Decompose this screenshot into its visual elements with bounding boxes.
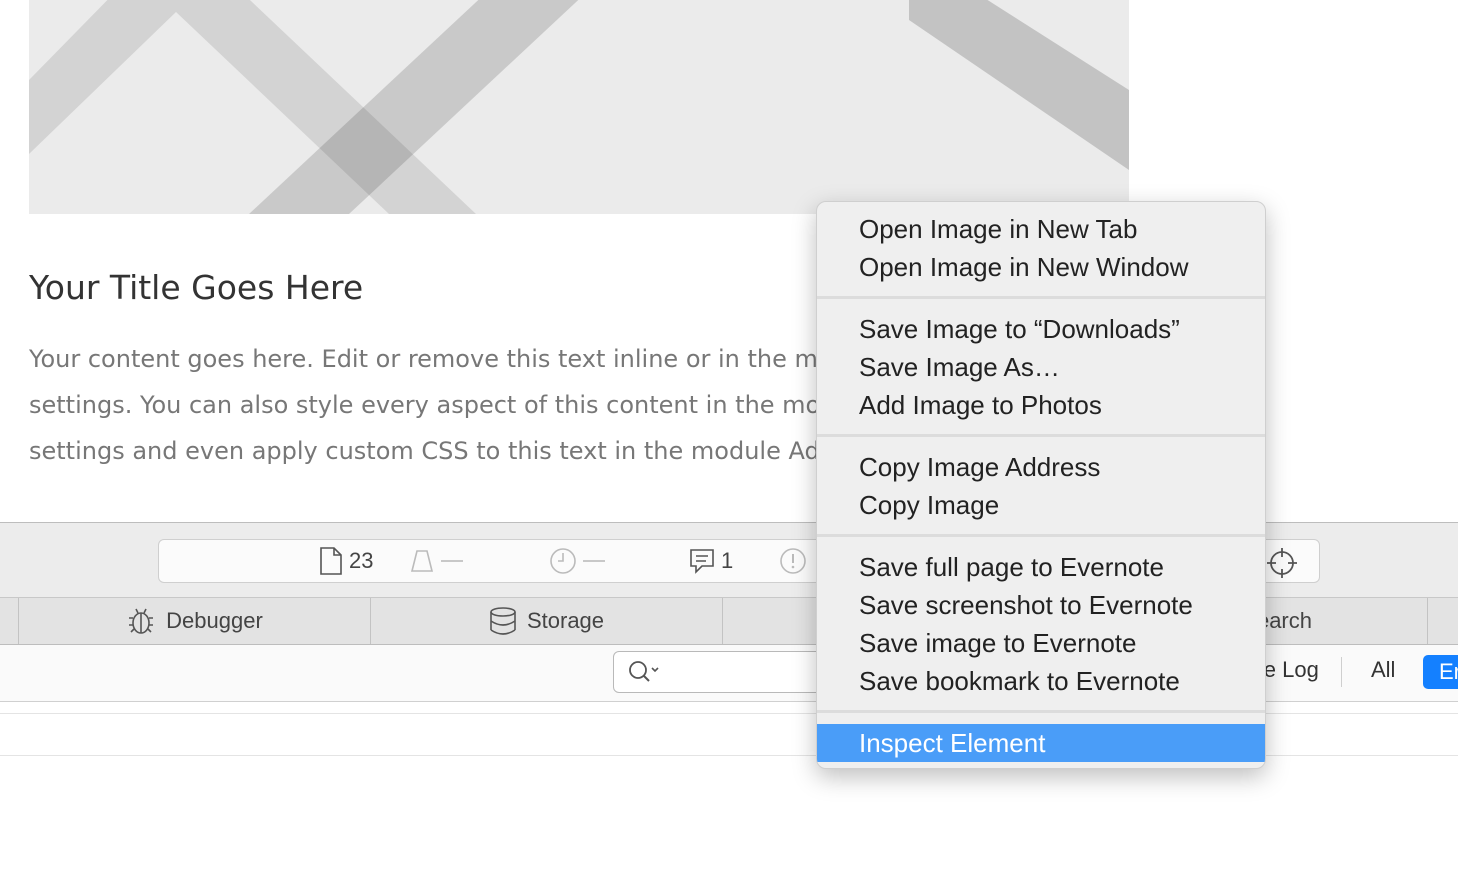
tab-storage[interactable]: Storage (370, 598, 722, 644)
menu-item-evernote-bookmark[interactable]: Save bookmark to Evernote (817, 662, 1265, 700)
load-time[interactable] (549, 540, 605, 582)
resource-size[interactable] (409, 540, 463, 582)
page-title: Your Title Goes Here (29, 268, 364, 307)
menu-item-save-image-as[interactable]: Save Image As… (817, 348, 1265, 386)
tab-debugger[interactable]: Debugger (18, 598, 370, 644)
menu-item-copy-image[interactable]: Copy Image (817, 486, 1265, 524)
crosshair-icon (1267, 548, 1297, 578)
menu-separator (817, 534, 1265, 537)
content-line: Your content goes here. Edit or remove t… (29, 345, 819, 373)
menu-separator (817, 710, 1265, 713)
placeholder-image[interactable] (29, 0, 1129, 214)
message-icon (690, 549, 714, 574)
filter-all-button[interactable]: All (1371, 657, 1395, 683)
console-search-input[interactable] (613, 651, 835, 693)
content-line: settings. You can also style every aspec… (29, 391, 819, 419)
element-picker[interactable] (1266, 547, 1298, 584)
menu-item-copy-image-address[interactable]: Copy Image Address (817, 448, 1265, 486)
menu-item-save-image-downloads[interactable]: Save Image to “Downloads” (817, 310, 1265, 348)
console-messages-count[interactable]: 1 (689, 540, 733, 582)
menu-item-open-image-new-window[interactable]: Open Image in New Window (817, 248, 1265, 286)
search-icon (629, 661, 659, 682)
database-icon (490, 607, 516, 635)
content-text: Your content goes here. Edit or remove t… (29, 336, 819, 476)
menu-separator (817, 296, 1265, 299)
warning-icon (780, 548, 806, 574)
tab-overflow[interactable] (1427, 598, 1458, 644)
weight-icon (410, 550, 434, 572)
filter-errors-button[interactable]: Errors (1423, 655, 1458, 689)
menu-separator (817, 434, 1265, 437)
bug-icon (129, 608, 154, 634)
image-placeholder-graphic (29, 0, 1129, 214)
menu-item-inspect-element[interactable]: Inspect Element (817, 724, 1265, 762)
menu-item-open-image-new-tab[interactable]: Open Image in New Tab (817, 210, 1265, 248)
context-menu: Open Image in New Tab Open Image in New … (816, 201, 1266, 769)
resources-count[interactable]: 23 (319, 540, 373, 582)
menu-item-evernote-image[interactable]: Save image to Evernote (817, 624, 1265, 662)
content-line: settings and even apply custom CSS to th… (29, 437, 819, 465)
menu-item-evernote-full-page[interactable]: Save full page to Evernote (817, 548, 1265, 586)
warnings-count[interactable] (779, 540, 807, 582)
clock-icon (550, 548, 576, 574)
menu-item-evernote-screenshot[interactable]: Save screenshot to Evernote (817, 586, 1265, 624)
document-icon (320, 547, 342, 575)
menu-item-add-image-photos[interactable]: Add Image to Photos (817, 386, 1265, 424)
